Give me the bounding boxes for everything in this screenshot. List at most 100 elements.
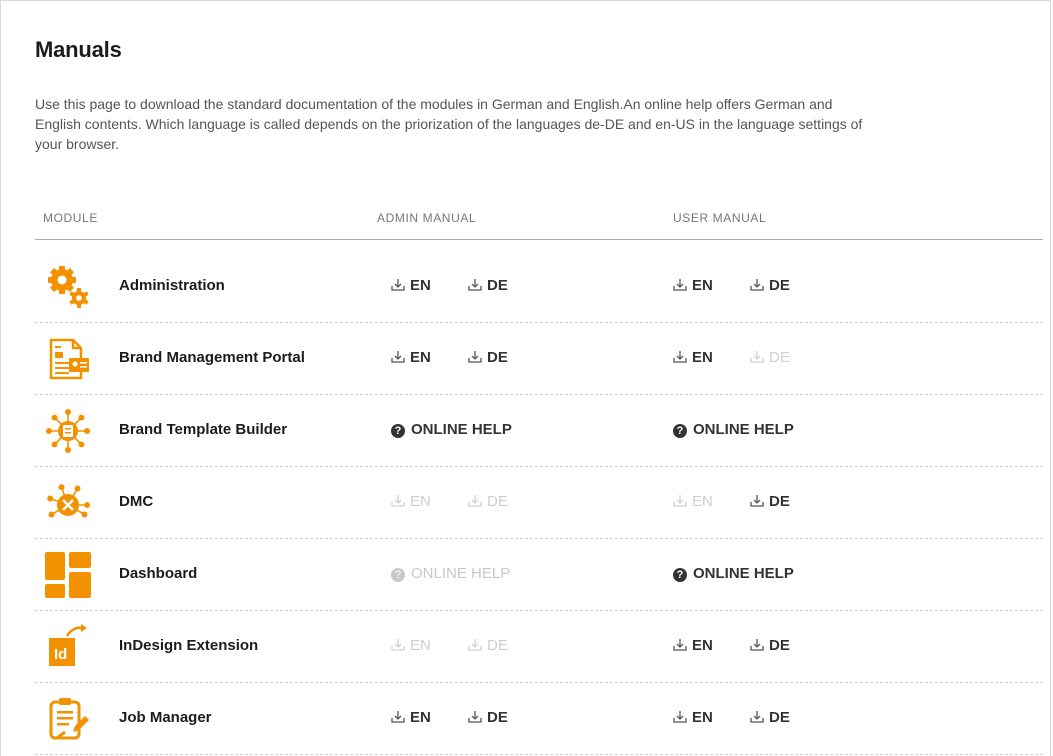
table-header: MODULE ADMIN MANUAL USER MANUAL: [35, 207, 1043, 240]
module-name: DMC: [119, 493, 154, 510]
dmc-user-de-download-link[interactable]: DE: [750, 466, 790, 538]
table-row: Brand Management Portal EN DE EN DE: [35, 322, 1043, 395]
dmc-admin-de-download-link: DE: [468, 466, 508, 538]
download-label: DE: [769, 349, 790, 366]
download-icon: [391, 493, 410, 510]
header-admin-manual: ADMIN MANUAL: [377, 211, 477, 225]
download-icon: [750, 349, 769, 366]
download-icon: [391, 277, 410, 294]
page-title: Manuals: [35, 37, 122, 62]
template-network-icon: [45, 408, 91, 454]
table-row: Administration EN DE EN DE: [35, 250, 1043, 323]
module-name: Dashboard: [119, 565, 198, 582]
download-label: EN: [692, 709, 713, 726]
indesign-extension-admin-en-download-link: EN: [391, 610, 431, 682]
download-label: DE: [769, 277, 790, 294]
module-name: InDesign Extension: [119, 637, 259, 654]
download-icon: [391, 637, 410, 654]
download-label: DE: [487, 709, 508, 726]
module-name: Brand Management Portal: [119, 349, 305, 366]
administration-admin-de-download-link[interactable]: DE: [468, 250, 508, 322]
online-help-label: ONLINE HELP: [411, 565, 511, 582]
download-icon: [750, 277, 769, 294]
download-label: EN: [410, 709, 431, 726]
download-label: EN: [410, 349, 431, 366]
table-row: DMC EN DE EN DE: [35, 466, 1043, 539]
online-help-label: ONLINE HELP: [693, 421, 794, 438]
brand-management-portal-user-de-download-link: DE: [750, 322, 790, 394]
dashboard-tiles-icon: [45, 552, 91, 598]
download-label: EN: [410, 637, 431, 654]
download-label: EN: [692, 493, 713, 510]
download-label: DE: [769, 493, 790, 510]
dmc-network-icon: [45, 480, 91, 526]
download-label: EN: [692, 277, 713, 294]
job-manager-admin-de-download-link[interactable]: DE: [468, 682, 508, 754]
indesign-extension-user-en-download-link[interactable]: EN: [673, 610, 713, 682]
table-row: Id InDesign Extension EN DE EN DE: [35, 610, 1043, 683]
table-row: Job Manager EN DE EN DE: [35, 682, 1043, 755]
download-icon: [673, 277, 692, 294]
clipboard-icon: [45, 696, 91, 742]
download-icon: [391, 709, 410, 726]
download-label: DE: [487, 493, 508, 510]
download-icon: [750, 637, 769, 654]
download-label: DE: [487, 637, 508, 654]
download-icon: [468, 493, 487, 510]
download-icon: [673, 637, 692, 654]
indesign-extension-admin-de-download-link: DE: [468, 610, 508, 682]
question-circle-icon: ?: [391, 568, 405, 582]
online-help-label: ONLINE HELP: [411, 421, 512, 438]
header-module: MODULE: [43, 211, 98, 225]
download-icon: [673, 349, 692, 366]
online-help-label: ONLINE HELP: [693, 565, 794, 582]
job-manager-admin-en-download-link[interactable]: EN: [391, 682, 431, 754]
header-user-manual: USER MANUAL: [673, 211, 767, 225]
download-label: DE: [487, 349, 508, 366]
download-icon: [468, 349, 487, 366]
download-label: DE: [769, 637, 790, 654]
table-row: Brand Template Builder? ONLINE HELP? ONLIN…: [35, 394, 1043, 467]
brand-management-portal-admin-en-download-link[interactable]: EN: [391, 322, 431, 394]
download-icon: [750, 709, 769, 726]
question-circle-icon: ?: [391, 424, 405, 438]
portal-document-icon: [45, 336, 91, 382]
download-icon: [468, 637, 487, 654]
module-name: Brand Template Builder: [119, 421, 288, 438]
download-icon: [750, 493, 769, 510]
dmc-user-en-download-link: EN: [673, 466, 713, 538]
dashboard-user-online-help-link[interactable]: ? ONLINE HELP: [673, 538, 794, 610]
download-label: DE: [769, 709, 790, 726]
brand-management-portal-user-en-download-link[interactable]: EN: [673, 322, 713, 394]
svg-text:Id: Id: [54, 646, 67, 663]
indesign-extension-user-de-download-link[interactable]: DE: [750, 610, 790, 682]
indesign-icon: Id: [45, 624, 91, 670]
page-intro: Use this page to download the standard d…: [35, 96, 863, 152]
job-manager-user-de-download-link[interactable]: DE: [750, 682, 790, 754]
download-label: EN: [410, 493, 431, 510]
download-icon: [391, 349, 410, 366]
question-circle-icon: ?: [673, 424, 687, 438]
download-icon: [673, 709, 692, 726]
download-label: EN: [692, 349, 713, 366]
table-row: Dashboard? ONLINE HELP? ONLINE HELP: [35, 538, 1043, 611]
administration-user-de-download-link[interactable]: DE: [750, 250, 790, 322]
download-icon: [468, 709, 487, 726]
job-manager-user-en-download-link[interactable]: EN: [673, 682, 713, 754]
module-name: Job Manager: [119, 709, 212, 726]
download-label: EN: [692, 637, 713, 654]
brand-management-portal-admin-de-download-link[interactable]: DE: [468, 322, 508, 394]
administration-admin-en-download-link[interactable]: EN: [391, 250, 431, 322]
download-label: DE: [487, 277, 508, 294]
brand-template-builder-user-online-help-link[interactable]: ? ONLINE HELP: [673, 394, 794, 466]
question-circle-icon: ?: [673, 568, 687, 582]
brand-template-builder-admin-online-help-link[interactable]: ? ONLINE HELP: [391, 394, 512, 466]
dashboard-admin-online-help-link: ? ONLINE HELP: [391, 538, 510, 610]
download-icon: [673, 493, 692, 510]
gears-icon: [45, 264, 91, 310]
download-icon: [468, 277, 487, 294]
download-label: EN: [410, 277, 431, 294]
administration-user-en-download-link[interactable]: EN: [673, 250, 713, 322]
module-name: Administration: [119, 277, 225, 294]
content-panel: Manuals Use this page to download the st…: [0, 0, 1051, 756]
